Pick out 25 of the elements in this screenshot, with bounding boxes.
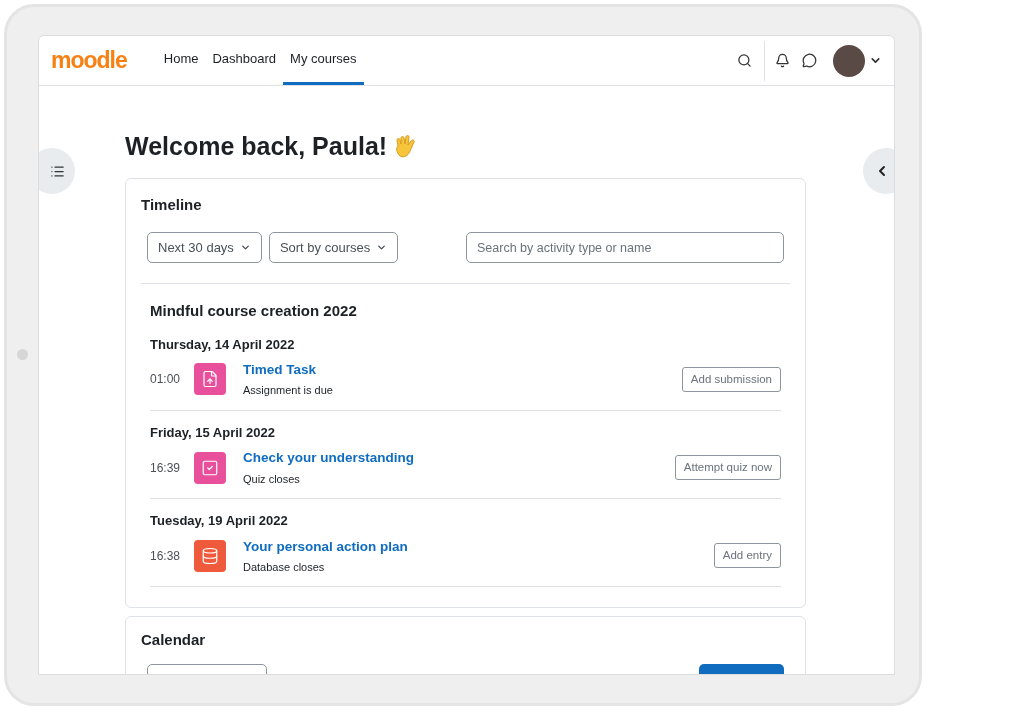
action-button[interactable]: Add entry [713, 543, 781, 569]
date-heading: Tuesday, 19 April 2022 [150, 512, 289, 530]
event-subtitle: Assignment is due [243, 383, 333, 399]
nav-link[interactable]: My courses [283, 36, 364, 85]
welcome-heading: Welcome back, Paula! [125, 131, 388, 162]
event-time: 16:39 [150, 459, 182, 477]
date-heading: Thursday, 14 April 2022 [150, 335, 296, 354]
event-time: 01:00 [150, 371, 182, 389]
filter-dropdown[interactable]: Next 30 days [147, 232, 262, 263]
nav-link[interactable]: Dashboard [205, 36, 284, 85]
event-time: 16:38 [150, 547, 182, 565]
event-link[interactable]: Timed Task [243, 360, 333, 381]
nav-link[interactable]: Home [156, 36, 206, 85]
date-heading: Friday, 15 April 2022 [150, 423, 276, 442]
filter-dropdown[interactable]: Sort by courses [268, 232, 399, 263]
event-subtitle: Quiz closes [243, 471, 301, 487]
card-title: Calendar [141, 630, 207, 651]
course-title: Mindful course creation 2022 [150, 301, 358, 321]
action-button[interactable]: Attempt quiz now [674, 455, 781, 481]
event-subtitle: Database closes [243, 559, 326, 575]
search-field[interactable]: Search by activity type or name [466, 232, 784, 263]
event-link[interactable]: Check your understanding [243, 448, 415, 469]
action-button[interactable]: Add submission [681, 366, 781, 392]
card-title: Timeline [141, 194, 203, 215]
event-link[interactable]: Your personal action plan [243, 536, 408, 557]
